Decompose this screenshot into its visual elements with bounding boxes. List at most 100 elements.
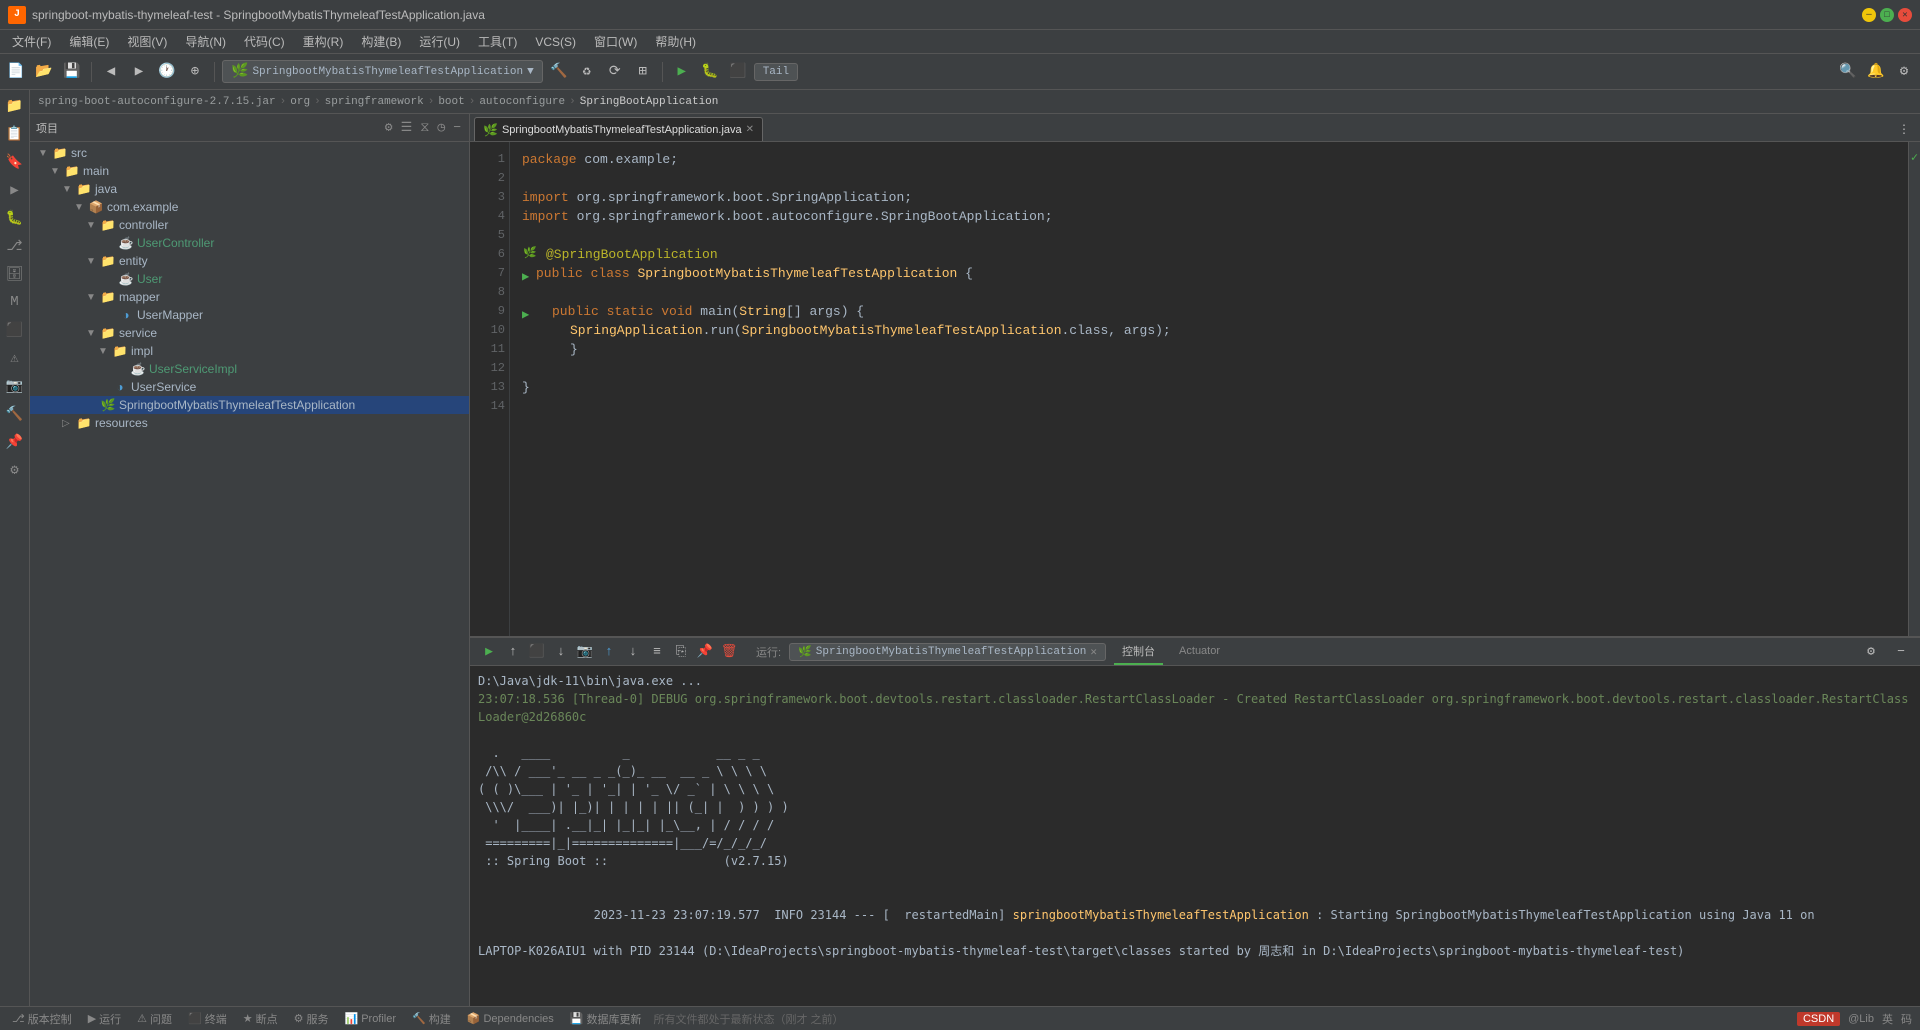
new-file-button[interactable]: 📄 — [4, 60, 28, 84]
minimize-button[interactable]: ─ — [1862, 8, 1876, 22]
tree-item-impl[interactable]: ▼ 📁 impl — [30, 342, 469, 360]
run-gutter-7[interactable]: ▶ — [522, 268, 534, 280]
status-run[interactable]: ▶ 运行 — [84, 1011, 125, 1027]
sync-button[interactable]: ⟳ — [603, 60, 627, 84]
open-button[interactable]: 📂 — [32, 60, 56, 84]
menu-help[interactable]: 帮助(H) — [647, 31, 704, 52]
sidebar-settings-icon[interactable]: ⚙ — [383, 118, 395, 137]
run-panel-minimize-button[interactable]: − — [1890, 641, 1912, 663]
sidebar-gear-icon[interactable]: ◷ — [435, 118, 447, 137]
debug-icon-left[interactable]: 🐛 — [3, 206, 27, 230]
spring-gutter-icon[interactable]: 🌿 — [522, 247, 538, 263]
run-down-arrow-button[interactable]: ↓ — [622, 641, 644, 663]
run-scroll-down-button[interactable]: ↓ — [550, 641, 572, 663]
pin-icon[interactable]: 📌 — [3, 430, 27, 454]
debug-button[interactable]: 🐛 — [698, 60, 722, 84]
bc-org[interactable]: org — [290, 96, 310, 108]
bc-autoconfigure[interactable]: autoconfigure — [479, 96, 565, 108]
tree-item-userserviceimpl[interactable]: ▷ ☕ UserServiceImpl — [30, 360, 469, 378]
build-icon-left[interactable]: 🔨 — [3, 402, 27, 426]
target-button[interactable]: ⊕ — [183, 60, 207, 84]
editor-menu-button[interactable]: ⋮ — [1892, 117, 1916, 141]
run-panel-settings-button[interactable]: ⚙ — [1860, 641, 1882, 663]
tree-item-userservice[interactable]: ▷ ◑ UserService — [30, 378, 469, 396]
status-vcs[interactable]: ⎇ 版本控制 — [8, 1011, 76, 1027]
menu-run[interactable]: 运行(U) — [411, 31, 468, 52]
menu-navigate[interactable]: 导航(N) — [177, 31, 234, 52]
menu-edit[interactable]: 编辑(E) — [61, 31, 117, 52]
menu-view[interactable]: 视图(V) — [119, 31, 175, 52]
run-tab-console[interactable]: 控制台 — [1114, 639, 1163, 665]
tree-item-main[interactable]: ▼ 📁 main — [30, 162, 469, 180]
run-copy-button[interactable]: ⎘ — [670, 641, 692, 663]
camera-icon[interactable]: 📷 — [3, 374, 27, 398]
sidebar-layout-icon[interactable]: ☰ — [399, 118, 415, 137]
build-button[interactable]: 🔨 — [547, 60, 571, 84]
database-icon[interactable]: 🗄 — [3, 262, 27, 286]
stop-button[interactable]: ⬛ — [726, 60, 750, 84]
services-icon[interactable]: ⚙ — [3, 458, 27, 482]
tree-item-com-example[interactable]: ▼ 📦 com.example — [30, 198, 469, 216]
run-up-arrow-button[interactable]: ↑ — [598, 641, 620, 663]
run-trash-button[interactable]: 🗑 — [718, 641, 740, 663]
status-terminal[interactable]: ⬛ 终端 — [184, 1011, 231, 1027]
tree-item-mapper[interactable]: ▼ 📁 mapper — [30, 288, 469, 306]
sidebar-collapse-icon[interactable]: − — [451, 118, 463, 137]
tree-item-user[interactable]: ▷ ☕ User — [30, 270, 469, 288]
tree-item-main-app[interactable]: ▷ 🌿 SpringbootMybatisThymeleafTestApplic… — [30, 396, 469, 414]
menu-window[interactable]: 窗口(W) — [586, 31, 645, 52]
tab-close-button[interactable]: ✕ — [746, 124, 754, 135]
menu-vcs[interactable]: VCS(S) — [527, 33, 584, 51]
status-services[interactable]: ⚙ 服务 — [290, 1011, 333, 1027]
run-camera-button[interactable]: 📷 — [574, 641, 596, 663]
run-settings-button[interactable]: 📌 — [694, 641, 716, 663]
run-button[interactable]: ▶ — [670, 60, 694, 84]
status-dependencies[interactable]: 📦 Dependencies — [463, 1012, 558, 1025]
run-stop-button[interactable]: ⬛ — [526, 641, 548, 663]
rebuild-button[interactable]: ♻ — [575, 60, 599, 84]
tree-item-service[interactable]: ▼ 📁 service — [30, 324, 469, 342]
save-button[interactable]: 💾 — [60, 60, 84, 84]
tree-item-controller[interactable]: ▼ 📁 controller — [30, 216, 469, 234]
sidebar-filter-icon[interactable]: ⧖ — [418, 118, 431, 137]
status-profiler[interactable]: 📊 Profiler — [340, 1012, 400, 1025]
tail-button[interactable]: Tail — [754, 63, 798, 81]
status-db-update[interactable]: 💾 数据库更新 — [566, 1011, 646, 1027]
tree-item-resources[interactable]: ▷ 📁 resources — [30, 414, 469, 432]
tree-item-entity[interactable]: ▼ 📁 entity — [30, 252, 469, 270]
run-tab-actuator[interactable]: Actuator — [1171, 641, 1228, 663]
bc-boot[interactable]: boot — [438, 96, 464, 108]
close-button[interactable]: ✕ — [1898, 8, 1912, 22]
tree-item-java[interactable]: ▼ 📁 java — [30, 180, 469, 198]
maven-icon[interactable]: M — [3, 290, 27, 314]
tree-item-usercontroller[interactable]: ▷ ☕ UserController — [30, 234, 469, 252]
menu-refactor[interactable]: 重构(R) — [295, 31, 352, 52]
terminal-icon[interactable]: ⬛ — [3, 318, 27, 342]
bookmarks-icon[interactable]: 🔖 — [3, 150, 27, 174]
menu-file[interactable]: 文件(F) — [4, 31, 59, 52]
bc-springframework[interactable]: springframework — [325, 96, 424, 108]
run-gutter-9[interactable]: ▶ — [522, 306, 534, 318]
run-scroll-up-button[interactable]: ↑ — [502, 641, 524, 663]
git-icon[interactable]: ⎇ — [3, 234, 27, 258]
settings-button[interactable]: ⚙ — [1892, 60, 1916, 84]
menu-build[interactable]: 构建(B) — [353, 31, 409, 52]
menu-tools[interactable]: 工具(T) — [470, 31, 525, 52]
tree-item-usermapper[interactable]: ▷ ◑ UserMapper — [30, 306, 469, 324]
run-config-selector[interactable]: 🌿 SpringbootMybatisThymeleafTestApplicat… — [222, 60, 543, 83]
search-button[interactable]: 🔍 — [1836, 60, 1860, 84]
run-config-name-tab[interactable]: 🌿 SpringbootMybatisThymeleafTestApplicat… — [789, 643, 1106, 661]
project-view-icon[interactable]: 📁 — [3, 94, 27, 118]
back-button[interactable]: ◀ — [99, 60, 123, 84]
structure-icon[interactable]: 📋 — [3, 122, 27, 146]
run-icon-left[interactable]: ▶ — [3, 178, 27, 202]
status-build[interactable]: 🔨 构建 — [408, 1011, 455, 1027]
bc-jar[interactable]: spring-boot-autoconfigure-2.7.15.jar — [38, 96, 276, 108]
status-breakpoints[interactable]: ★ 断点 — [239, 1011, 282, 1027]
notifications-button[interactable]: 🔔 — [1864, 60, 1888, 84]
tree-item-src[interactable]: ▼ 📁 src — [30, 144, 469, 162]
forward-button[interactable]: ▶ — [127, 60, 151, 84]
menu-code[interactable]: 代码(C) — [236, 31, 293, 52]
status-problems[interactable]: ⚠ 问题 — [133, 1011, 176, 1027]
problems-icon[interactable]: ⚠ — [3, 346, 27, 370]
